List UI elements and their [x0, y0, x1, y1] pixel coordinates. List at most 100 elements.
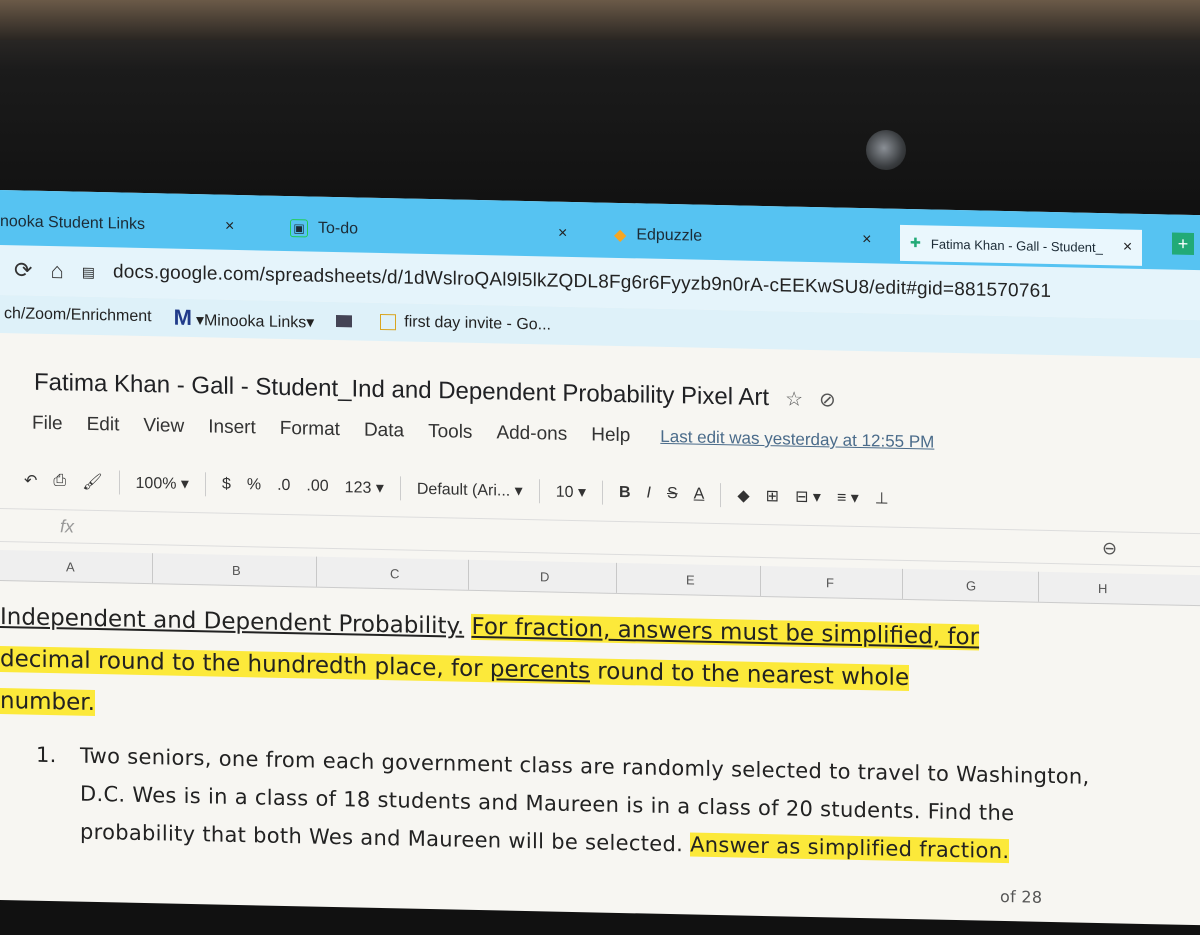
question-1-instruction: Answer as simplified fraction. [690, 832, 1010, 864]
question-1-text: probability that both Wes and Maureen wi… [80, 819, 691, 857]
divider [204, 472, 206, 497]
bold-button[interactable]: B [619, 484, 631, 502]
instruction-part-3: round to the nearest whole [590, 658, 910, 692]
page-title[interactable]: Fatima Khan - Gall - Student_Ind and Dep… [34, 369, 769, 412]
instruction-percents: percents [489, 656, 590, 685]
bezel-edge [0, 0, 1200, 40]
col-header-d[interactable]: D [540, 569, 549, 584]
strikethrough-button[interactable]: S [667, 485, 678, 503]
col-header-g[interactable]: G [966, 578, 976, 593]
borders-icon[interactable]: ⊞ [766, 486, 779, 506]
home-icon[interactable]: ⌂ [50, 258, 63, 284]
valign-icon[interactable]: ⊥ [875, 488, 889, 508]
tab-edpuzzle[interactable]: ◆ Edpuzzle × [614, 215, 871, 260]
tab-label: To-do [318, 219, 359, 238]
laptop-bezel [0, 0, 1200, 200]
cell-content[interactable]: Independent and Dependent Probability. F… [0, 590, 1200, 935]
menu-insert[interactable]: Insert [208, 416, 256, 439]
sheets-plus-icon: ✚ [910, 235, 921, 251]
close-icon[interactable]: × [558, 225, 567, 243]
formula-input[interactable] [88, 516, 1088, 559]
menu-addons[interactable]: Add-ons [496, 422, 567, 445]
bookmark-minooka[interactable]: M ▾Minooka Links▾ [174, 305, 315, 334]
instruction-part-1: decimal round to the hundredth place, fo… [0, 646, 490, 683]
font-select[interactable]: Default (Ari... ▾ [417, 479, 523, 501]
heading-highlight: For fraction, answers must be simplified… [471, 613, 980, 651]
screen: nooka Student Links × ▣ To-do × ◆ Edpuzz… [0, 190, 1200, 926]
bookmark-label: ▾Minooka Links▾ [195, 312, 315, 332]
divider [118, 470, 120, 495]
menu-format[interactable]: Format [280, 418, 340, 441]
bookmark-enrichment[interactable]: ch/Zoom/Enrichment [4, 305, 152, 326]
italic-button[interactable]: I [647, 485, 651, 503]
last-edit-link[interactable]: Last edit was yesterday at 12:55 PM [660, 427, 934, 453]
merge-cells-icon[interactable]: ⊟ ▾ [795, 487, 821, 508]
question-1-line-2: D.C. Wes is in a class of 18 students an… [80, 781, 1015, 826]
paint-format-icon[interactable]: 🖌 [82, 472, 102, 492]
partial-text: of 28 [1000, 886, 1043, 907]
tab-student-links[interactable]: nooka Student Links × [0, 202, 234, 247]
reload-icon[interactable]: ⟳ [14, 257, 32, 283]
more-formats-button[interactable]: 123 ▾ [345, 477, 384, 498]
col-header-a[interactable]: A [66, 559, 75, 574]
menu-help[interactable]: Help [591, 424, 630, 447]
close-icon[interactable]: × [1123, 239, 1132, 257]
zoom-value: 100% [135, 474, 177, 493]
align-icon[interactable]: ≡ ▾ [837, 488, 859, 508]
menu-file[interactable]: File [32, 413, 63, 436]
tab-label: Edpuzzle [636, 226, 703, 245]
tab-label: Fatima Khan - Gall - Student_ [930, 235, 1103, 255]
divider [601, 480, 603, 505]
edpuzzle-icon: ◆ [614, 226, 627, 245]
heading-line-1: Independent and Dependent Probability. F… [0, 604, 980, 651]
doc-icon [380, 313, 397, 331]
m-logo-icon: M [173, 304, 192, 331]
question-1-line-1: Two seniors, one from each government cl… [80, 743, 1090, 789]
menu-data[interactable]: Data [364, 420, 404, 443]
col-divider [468, 559, 469, 590]
divider [720, 483, 722, 508]
heading-line-3: number. [0, 688, 95, 716]
col-header-e[interactable]: E [686, 572, 695, 587]
star-icon[interactable]: ☆ [785, 386, 803, 411]
increase-decimal-button[interactable]: .00 [306, 477, 328, 495]
folder-icon[interactable] [336, 315, 353, 328]
bookmark-first-day[interactable]: first day invite - Go... [380, 313, 551, 335]
col-header-f[interactable]: F [826, 575, 834, 590]
col-header-b[interactable]: B [232, 563, 241, 578]
heading-title: Independent and Dependent Probability. [0, 604, 465, 640]
col-divider [1038, 571, 1039, 602]
decrease-decimal-button[interactable]: .0 [277, 477, 290, 495]
col-header-h[interactable]: H [1098, 581, 1107, 596]
tab-fatima-khan[interactable]: ✚ Fatima Khan - Gall - Student_ × [900, 224, 1143, 266]
zoom-select[interactable]: 100% ▾ [136, 473, 189, 494]
fill-color-icon[interactable]: ◆ [737, 485, 749, 505]
fx-icon: fx [60, 515, 75, 537]
format-label: 123 [344, 479, 372, 497]
percent-button[interactable]: % [247, 476, 261, 494]
link-icon[interactable]: ⊖ [1102, 538, 1117, 559]
divider [399, 476, 401, 501]
close-icon[interactable]: × [225, 218, 234, 236]
text-color-button[interactable]: A [694, 486, 705, 504]
menu-view[interactable]: View [143, 415, 184, 438]
font-size-label: 10 [555, 483, 574, 502]
divider [538, 479, 540, 504]
col-header-c[interactable]: C [390, 566, 399, 581]
font-size-select[interactable]: 10 ▾ [556, 482, 586, 503]
webcam [866, 130, 906, 170]
close-icon[interactable]: × [862, 231, 871, 249]
tab-label: nooka Student Links [0, 213, 145, 234]
currency-button[interactable]: $ [222, 476, 231, 494]
col-divider [316, 556, 317, 587]
undo-icon[interactable]: ↶ [24, 471, 37, 491]
menu-tools[interactable]: Tools [428, 421, 472, 444]
heading-line-2: decimal round to the hundredth place, fo… [0, 646, 910, 692]
tab-to-do[interactable]: ▣ To-do × [290, 208, 567, 254]
url-input[interactable]: docs.google.com/spreadsheets/d/1dWslroQA… [113, 261, 1051, 303]
question-1-number: 1. [36, 742, 57, 768]
plus-icon[interactable]: + [1172, 232, 1194, 256]
doc-title-row: Fatima Khan - Gall - Student_Ind and Dep… [34, 369, 836, 414]
menu-edit[interactable]: Edit [87, 414, 120, 437]
print-icon[interactable]: ⎙ [53, 472, 66, 490]
